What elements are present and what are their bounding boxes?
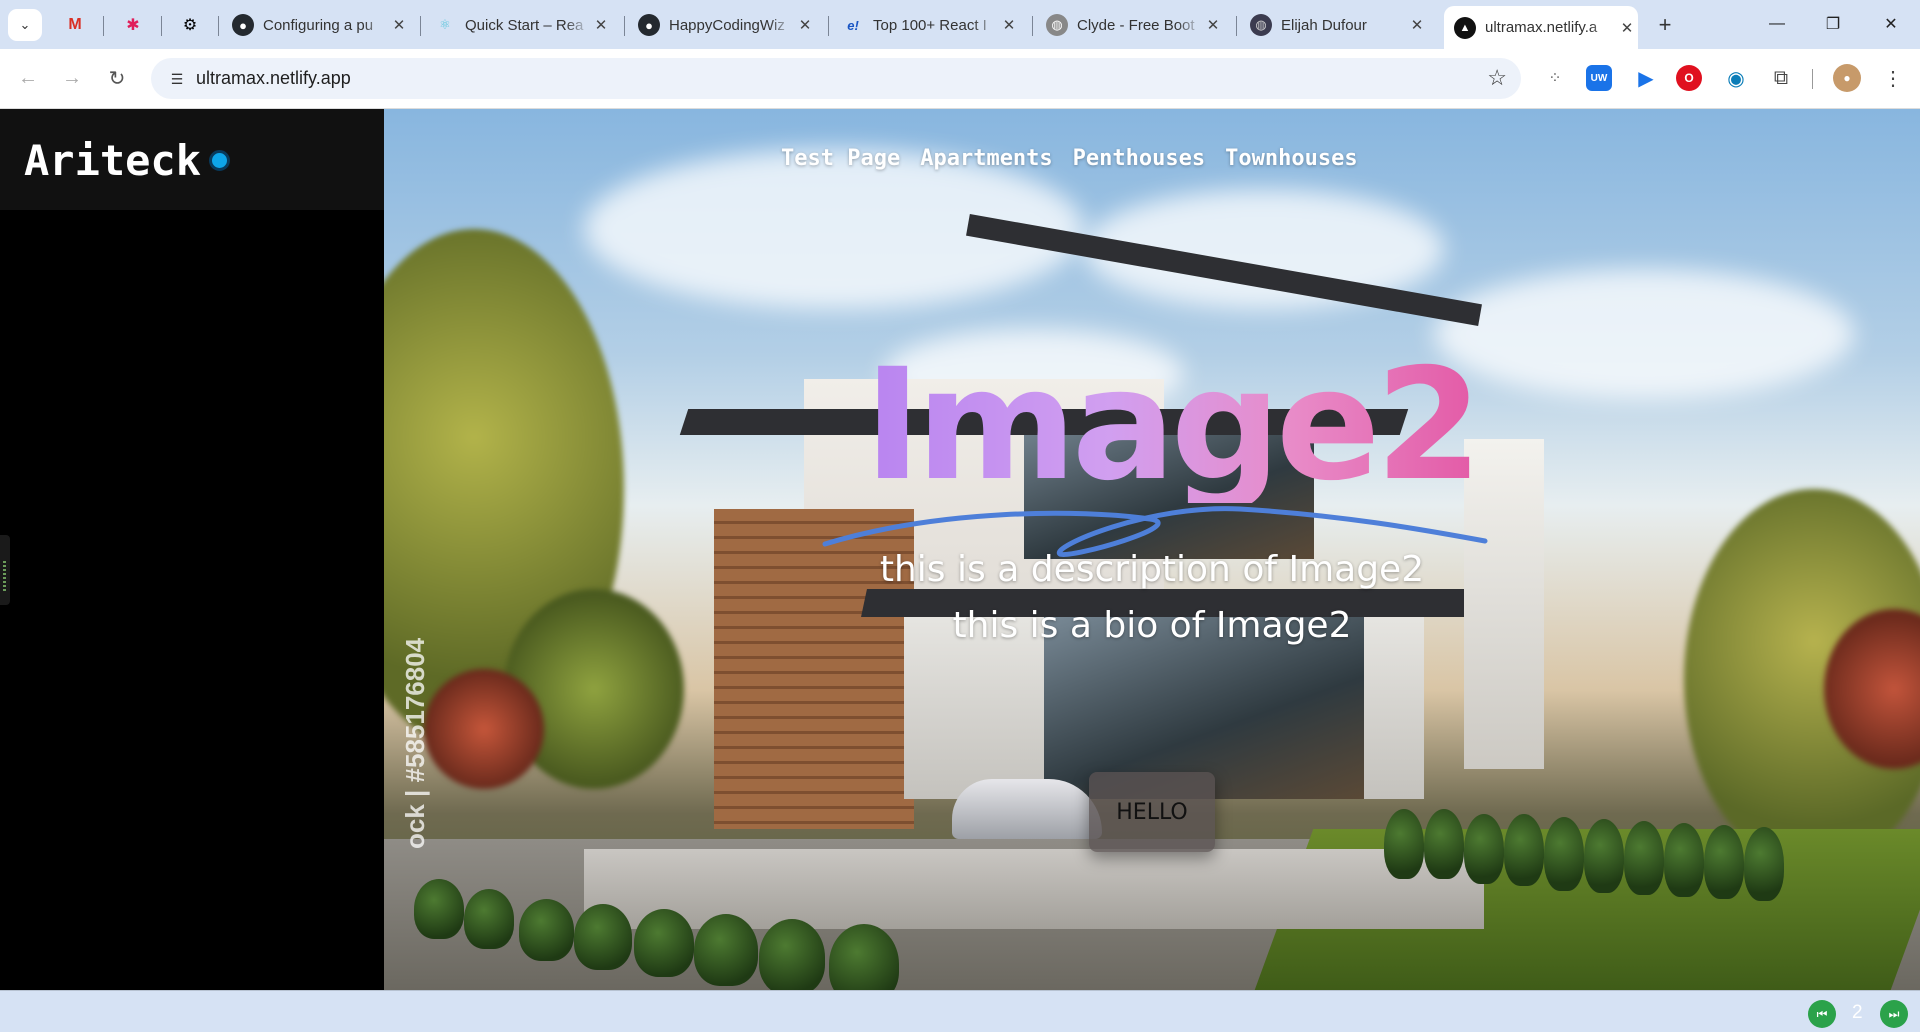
reload-icon: ↻	[108, 67, 126, 90]
arrow-right-icon: →	[62, 66, 82, 89]
new-tab-button[interactable]: +	[1650, 10, 1680, 40]
nav-link-test-page[interactable]: Test Page	[781, 146, 900, 171]
github-icon: ●	[638, 14, 660, 36]
close-icon[interactable]: ✕	[1406, 14, 1428, 36]
tab-separator	[1236, 16, 1237, 36]
toolbar-separator	[1812, 69, 1813, 89]
minimize-icon: —	[1769, 15, 1785, 32]
tab-clyde[interactable]: ◍ Clyde - Free Boot ✕	[1046, 8, 1224, 42]
address-bar[interactable]: ☰ ultramax.netlify.app ☆	[151, 58, 1521, 99]
side-handle[interactable]	[0, 535, 10, 605]
bottom-bar: ⏮ 2 ⏭	[0, 990, 1920, 1032]
extension-dots-icon[interactable]: ⁘	[1540, 63, 1570, 93]
logo-dot-icon	[209, 150, 230, 171]
tab-separator	[103, 16, 104, 36]
logo-area: Ariteck	[0, 109, 384, 210]
gmail-pinned-tab[interactable]: M	[60, 10, 90, 40]
uw-extension-icon[interactable]: UW	[1586, 65, 1612, 91]
back-button[interactable]: ←	[11, 61, 45, 95]
tab-separator	[828, 16, 829, 36]
skip-forward-icon: ⏭	[1888, 1006, 1900, 1021]
gmail-icon: M	[68, 16, 82, 33]
close-icon[interactable]: ✕	[998, 14, 1020, 36]
tab-separator	[218, 16, 219, 36]
tab-title: Clyde - Free Boot	[1077, 16, 1195, 34]
tab-title: Top 100+ React I	[873, 16, 987, 34]
eye-extension-icon[interactable]: ◉	[1721, 63, 1751, 93]
site-nav: Test Page Apartments Penthouses Townhous…	[781, 146, 1378, 171]
tab-title: Quick Start – Rea	[465, 16, 584, 34]
tab-ultramax[interactable]: ▲ ultramax.netlify.a ✕	[1444, 6, 1638, 49]
nav-link-penthouses[interactable]: Penthouses	[1073, 146, 1205, 171]
site-logo[interactable]: Ariteck	[24, 136, 201, 185]
close-icon[interactable]: ✕	[388, 14, 410, 36]
forward-button[interactable]: →	[55, 61, 89, 95]
globe-icon: ◍	[1046, 14, 1068, 36]
slack-pinned-tab[interactable]: ✱	[118, 10, 148, 40]
skip-back-icon: ⏮	[1816, 1006, 1828, 1021]
restore-icon: ❐	[1825, 16, 1841, 33]
github-icon: ●	[232, 14, 254, 36]
close-icon[interactable]: ✕	[1202, 14, 1224, 36]
tab-title: ultramax.netlify.a	[1485, 19, 1598, 36]
menu-kebab-icon[interactable]: ⋮	[1878, 63, 1908, 93]
opera-extension-icon[interactable]: O	[1676, 65, 1702, 91]
tab-configuring[interactable]: ● Configuring a pu ✕	[232, 8, 410, 42]
chatgpt-icon: ⚙	[182, 17, 198, 34]
close-icon[interactable]: ✕	[590, 14, 612, 36]
tab-title: Elijah Dufour	[1281, 16, 1367, 34]
side-panel	[0, 109, 384, 990]
site-header: Ariteck Test Page Apartments Penthouses …	[0, 109, 1920, 210]
play-extension-icon[interactable]: ▶	[1631, 63, 1661, 93]
minimize-button[interactable]: —	[1748, 6, 1806, 42]
tab-elijah-dufour[interactable]: ◍ Elijah Dufour ✕	[1250, 8, 1428, 42]
tab-top-100-react[interactable]: e! Top 100+ React I ✕	[842, 8, 1020, 42]
netlify-icon: ▲	[1454, 16, 1476, 39]
react-icon: ⚛	[439, 17, 451, 32]
extensions-puzzle-icon[interactable]: ⧉	[1766, 63, 1796, 93]
tab-quick-start[interactable]: ⚛ Quick Start – Rea ✕	[434, 8, 612, 42]
chatgpt-pinned-tab[interactable]: ⚙	[175, 10, 205, 40]
watermark-text: ock | #585176804	[400, 637, 430, 849]
nav-link-townhouses[interactable]: Townhouses	[1225, 146, 1357, 171]
reload-button[interactable]: ↻	[100, 61, 134, 95]
bookmark-star-icon[interactable]: ☆	[1487, 65, 1507, 91]
close-icon[interactable]: ✕	[794, 14, 816, 36]
tab-search-button[interactable]: ⌄	[8, 9, 42, 41]
hero-description: this is a description of Image2	[879, 549, 1425, 590]
tab-separator	[624, 16, 625, 36]
close-window-button[interactable]: ✕	[1862, 6, 1920, 42]
close-icon: ✕	[1884, 16, 1898, 33]
car-image	[952, 779, 1102, 839]
plus-icon: +	[1658, 12, 1672, 37]
e-icon: e!	[847, 17, 859, 33]
close-icon[interactable]: ✕	[1616, 17, 1638, 39]
globe-icon: ◍	[1250, 14, 1272, 36]
browser-toolbar: ← → ↻ ☰ ultramax.netlify.app ☆ ⁘ UW ▶ O …	[0, 49, 1920, 109]
profile-avatar[interactable]: ●	[1833, 64, 1861, 92]
tab-title: Configuring a pu	[263, 16, 374, 34]
chevron-down-icon: ⌄	[19, 17, 31, 32]
slack-icon: ✱	[126, 17, 140, 34]
previous-page-button[interactable]: ⏮	[1808, 1000, 1836, 1028]
tab-happycodingwiz[interactable]: ● HappyCodingWiz ✕	[638, 8, 816, 42]
hero-bio: this is a bio of Image2	[952, 605, 1352, 646]
tab-separator	[161, 16, 162, 36]
restore-button[interactable]: ❐	[1804, 6, 1862, 42]
tab-separator	[1032, 16, 1033, 36]
site-info-icon[interactable]: ☰	[161, 63, 193, 95]
tab-title: HappyCodingWiz	[669, 16, 785, 34]
next-page-button[interactable]: ⏭	[1880, 1000, 1908, 1028]
arrow-left-icon: ←	[18, 66, 38, 89]
page-viewport: ock | #585176804 Ariteck Test Page Apart…	[0, 109, 1920, 990]
page-number: 2	[1852, 1002, 1863, 1023]
tab-strip: ⌄ M ✱ ⚙ ● Configuring a pu ✕ ⚛ Quick Sta…	[0, 0, 1920, 49]
nav-link-apartments[interactable]: Apartments	[920, 146, 1052, 171]
hello-button[interactable]: HELLO	[1089, 772, 1215, 852]
tab-separator	[420, 16, 421, 36]
url-text[interactable]: ultramax.netlify.app	[196, 68, 351, 89]
